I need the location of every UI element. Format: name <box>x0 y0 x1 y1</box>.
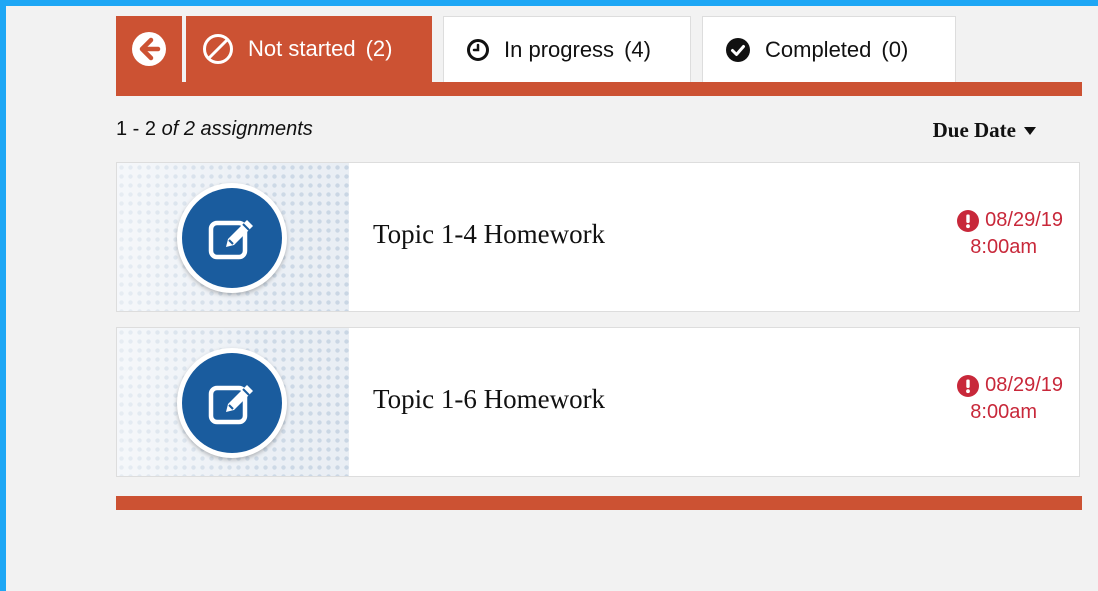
sort-dropdown[interactable]: Due Date <box>933 118 1036 143</box>
due-date-value: 08/29/19 <box>985 209 1063 231</box>
tab-completed[interactable]: Completed (0) <box>702 16 956 82</box>
assignment-range: 1 - 2 <box>116 118 157 140</box>
tab-label: In progress <box>504 36 615 62</box>
ban-icon <box>202 33 234 65</box>
tab-count: (0) <box>881 36 909 62</box>
due-time-value: 8:00am <box>970 236 1037 258</box>
due-time-value: 8:00am <box>970 401 1037 423</box>
assignment-card[interactable]: Topic 1-4 Homework 08/29/19 8:00am <box>116 162 1080 312</box>
due-date: 08/29/19 8:00am <box>957 374 1063 424</box>
list-footer-bar <box>116 496 1082 510</box>
tab-label: Not started <box>248 36 356 61</box>
status-tabs: Not started (2) In progress (4) Complete… <box>116 16 1082 96</box>
check-circle-icon <box>725 37 751 63</box>
caret-down-icon <box>1024 126 1036 135</box>
exclamation-circle-icon <box>957 209 980 232</box>
tab-not-started[interactable]: Not started (2) <box>186 16 432 82</box>
due-date-value: 08/29/19 <box>985 374 1063 396</box>
tab-count: (4) <box>624 36 651 62</box>
assignment-card[interactable]: Topic 1-6 Homework 08/29/19 8:00am <box>116 327 1080 477</box>
assignment-title: Topic 1-4 Homework <box>373 219 606 249</box>
assignment-count: 1 - 2 of 2 assignments <box>116 118 313 141</box>
tab-underline-bar <box>116 82 1082 96</box>
tab-in-progress[interactable]: In progress (4) <box>443 16 691 82</box>
assignment-thumbnail <box>117 163 349 311</box>
clock-icon <box>466 38 490 62</box>
assignment-thumbnail <box>117 328 349 476</box>
assignment-title: Topic 1-6 Homework <box>373 384 606 414</box>
due-date: 08/29/19 8:00am <box>957 209 1063 259</box>
assignment-total: of 2 assignments <box>161 118 313 140</box>
tab-count: (2) <box>365 36 393 61</box>
tab-label: Completed <box>765 36 872 62</box>
edit-icon <box>208 385 253 425</box>
edit-icon <box>208 220 253 260</box>
exclamation-circle-icon <box>957 374 980 397</box>
tab-divider <box>182 22 184 80</box>
back-button[interactable] <box>116 16 182 82</box>
sort-label: Due Date <box>932 118 1016 142</box>
arrow-left-icon <box>132 32 166 66</box>
